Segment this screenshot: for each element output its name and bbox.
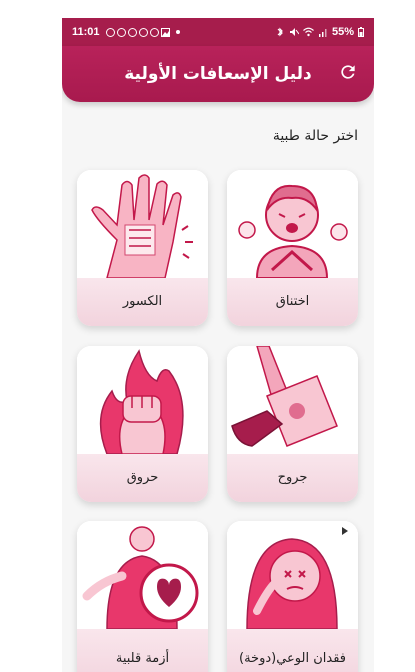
page-title: دليل الإسعافات الأولية	[124, 64, 312, 84]
fracture-hand-icon	[77, 170, 208, 278]
refresh-button[interactable]	[336, 60, 360, 84]
burn-fist-icon	[77, 346, 208, 454]
instagram-icon	[105, 27, 115, 37]
instagram-icon	[149, 27, 159, 37]
card-wounds[interactable]: جروح	[227, 346, 358, 502]
refresh-icon	[341, 65, 355, 79]
card-label: أزمة قلبية	[77, 629, 208, 672]
card-burns[interactable]: حروق	[77, 346, 208, 502]
app-bar: دليل الإسعافات الأولية	[62, 46, 374, 102]
card-label: فقدان الوعي(دوخة)	[227, 629, 358, 672]
card-fractures[interactable]: الكسور	[77, 170, 208, 326]
heart-attack-icon	[77, 521, 208, 629]
card-heart-attack[interactable]: أزمة قلبية	[77, 521, 208, 672]
battery-icon	[358, 27, 364, 37]
instagram-icon	[116, 27, 126, 37]
bluetooth-icon	[277, 27, 283, 37]
signal-icon	[318, 29, 327, 37]
fainting-person-icon	[227, 521, 358, 629]
gallery-icon	[160, 27, 170, 37]
mute-icon	[289, 28, 299, 36]
card-label: جروح	[227, 454, 358, 502]
choking-illustration-icon	[227, 170, 358, 278]
app-screen: 11:01 55% دليل الإسعافات الأولية اختر حا…	[62, 18, 374, 672]
card-fainting[interactable]: فقدان الوعي(دوخة)	[227, 521, 358, 672]
card-choking[interactable]: اختناق	[227, 170, 358, 326]
more-notifications-icon	[175, 30, 180, 34]
instagram-icon	[127, 27, 137, 37]
wifi-icon	[303, 27, 314, 37]
status-bar: 11:01 55%	[62, 18, 374, 46]
status-time: 11:01	[72, 26, 100, 38]
battery-percent: 55%	[331, 26, 354, 38]
section-title: اختر حالة طبية	[272, 128, 358, 144]
card-label: اختناق	[227, 278, 358, 326]
wound-bandage-icon	[227, 346, 358, 454]
instagram-icon	[138, 27, 148, 37]
card-label: الكسور	[77, 278, 208, 326]
notification-icons	[105, 27, 180, 37]
card-label: حروق	[77, 454, 208, 502]
